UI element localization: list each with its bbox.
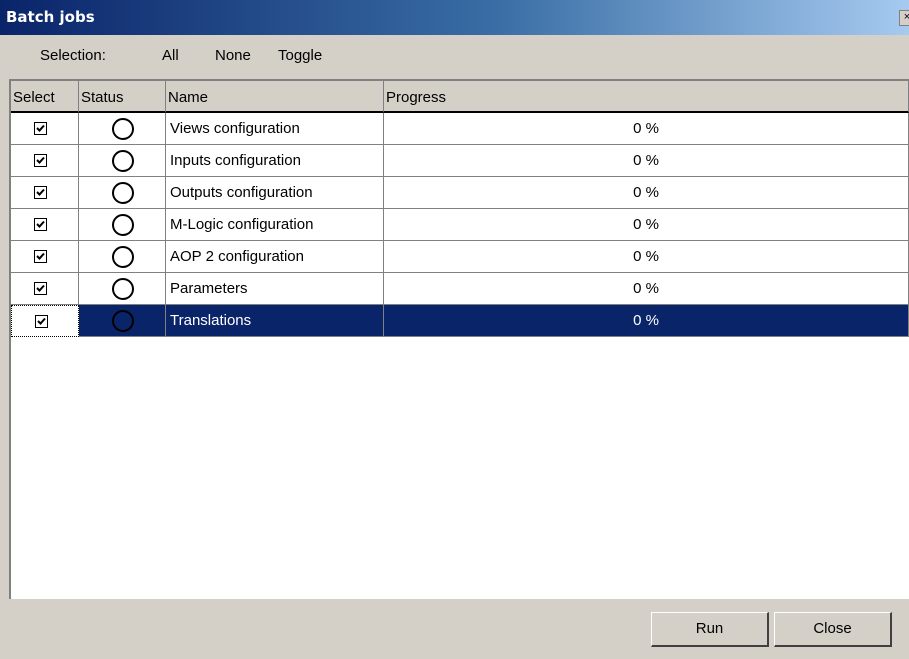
checkmark-icon <box>36 252 45 260</box>
select-checkbox[interactable] <box>34 186 47 199</box>
job-name: Inputs configuration <box>170 152 301 169</box>
progress-cell: 0 % <box>384 113 909 145</box>
progress-cell: 0 % <box>384 177 909 209</box>
status-circle-icon <box>112 310 134 332</box>
checkmark-icon <box>37 317 46 325</box>
table-row[interactable]: Parameters 0 % <box>11 273 909 305</box>
column-header-name[interactable]: Name <box>166 81 384 113</box>
select-cell[interactable] <box>11 241 79 273</box>
name-cell: Parameters <box>166 273 384 305</box>
job-progress: 0 % <box>633 216 659 233</box>
select-all-link[interactable]: All <box>162 47 179 64</box>
checkmark-icon <box>36 220 45 228</box>
status-cell <box>79 145 166 177</box>
select-none-link[interactable]: None <box>215 47 251 64</box>
select-toggle-link[interactable]: Toggle <box>278 47 322 64</box>
close-icon[interactable]: × <box>899 10 909 26</box>
job-progress: 0 % <box>633 184 659 201</box>
job-name: Views configuration <box>170 120 300 137</box>
status-cell <box>79 273 166 305</box>
select-cell[interactable] <box>11 145 79 177</box>
select-cell[interactable] <box>11 113 79 145</box>
select-checkbox[interactable] <box>35 315 48 328</box>
table-row[interactable]: AOP 2 configuration 0 % <box>11 241 909 273</box>
table-row[interactable]: M-Logic configuration 0 % <box>11 209 909 241</box>
column-header-status[interactable]: Status <box>79 81 166 113</box>
checkmark-icon <box>36 188 45 196</box>
progress-cell: 0 % <box>384 209 909 241</box>
progress-cell: 0 % <box>384 273 909 305</box>
name-cell: Translations <box>166 305 384 337</box>
status-circle-icon <box>112 278 134 300</box>
job-name: Parameters <box>170 280 248 297</box>
status-circle-icon <box>112 214 134 236</box>
table-row[interactable]: Views configuration 0 % <box>11 113 909 145</box>
job-progress: 0 % <box>633 312 659 329</box>
job-progress: 0 % <box>633 280 659 297</box>
table-row[interactable]: Inputs configuration 0 % <box>11 145 909 177</box>
select-cell[interactable] <box>11 177 79 209</box>
name-cell: Outputs configuration <box>166 177 384 209</box>
close-button[interactable]: Close <box>774 612 892 647</box>
select-checkbox[interactable] <box>34 218 47 231</box>
progress-cell: 0 % <box>384 241 909 273</box>
run-button[interactable]: Run <box>651 612 769 647</box>
name-cell: M-Logic configuration <box>166 209 384 241</box>
job-progress: 0 % <box>633 248 659 265</box>
jobs-grid[interactable]: Select Status Name Progress Views config… <box>9 79 909 599</box>
selection-toolbar: Selection: All None Toggle <box>0 35 909 80</box>
status-cell <box>79 241 166 273</box>
job-progress: 0 % <box>633 120 659 137</box>
status-cell <box>79 305 166 337</box>
checkmark-icon <box>36 156 45 164</box>
select-checkbox[interactable] <box>34 154 47 167</box>
select-cell[interactable] <box>11 305 79 337</box>
column-header-progress[interactable]: Progress <box>384 81 909 113</box>
status-circle-icon <box>112 246 134 268</box>
selection-label: Selection: <box>40 47 106 64</box>
status-circle-icon <box>112 150 134 172</box>
name-cell: Views configuration <box>166 113 384 145</box>
select-checkbox[interactable] <box>34 122 47 135</box>
job-name: M-Logic configuration <box>170 216 314 233</box>
run-button-label: Run <box>695 620 724 637</box>
progress-cell: 0 % <box>384 145 909 177</box>
title-bar: Batch jobs × <box>0 0 909 35</box>
close-button-label: Close <box>813 620 852 637</box>
select-checkbox[interactable] <box>34 250 47 263</box>
job-name: Outputs configuration <box>170 184 313 201</box>
window-title: Batch jobs <box>6 8 95 26</box>
column-header-select[interactable]: Select <box>11 81 79 113</box>
status-cell <box>79 113 166 145</box>
status-circle-icon <box>112 182 134 204</box>
table-row[interactable]: Translations 0 % <box>11 305 909 337</box>
table-row[interactable]: Outputs configuration 0 % <box>11 177 909 209</box>
name-cell: AOP 2 configuration <box>166 241 384 273</box>
checkmark-icon <box>36 284 45 292</box>
job-name: AOP 2 configuration <box>170 248 304 265</box>
checkmark-icon <box>36 124 45 132</box>
status-cell <box>79 177 166 209</box>
status-circle-icon <box>112 118 134 140</box>
job-progress: 0 % <box>633 152 659 169</box>
job-name: Translations <box>170 312 252 329</box>
select-cell[interactable] <box>11 273 79 305</box>
name-cell: Inputs configuration <box>166 145 384 177</box>
progress-cell: 0 % <box>384 305 909 337</box>
status-cell <box>79 209 166 241</box>
select-cell[interactable] <box>11 209 79 241</box>
select-checkbox[interactable] <box>34 282 47 295</box>
